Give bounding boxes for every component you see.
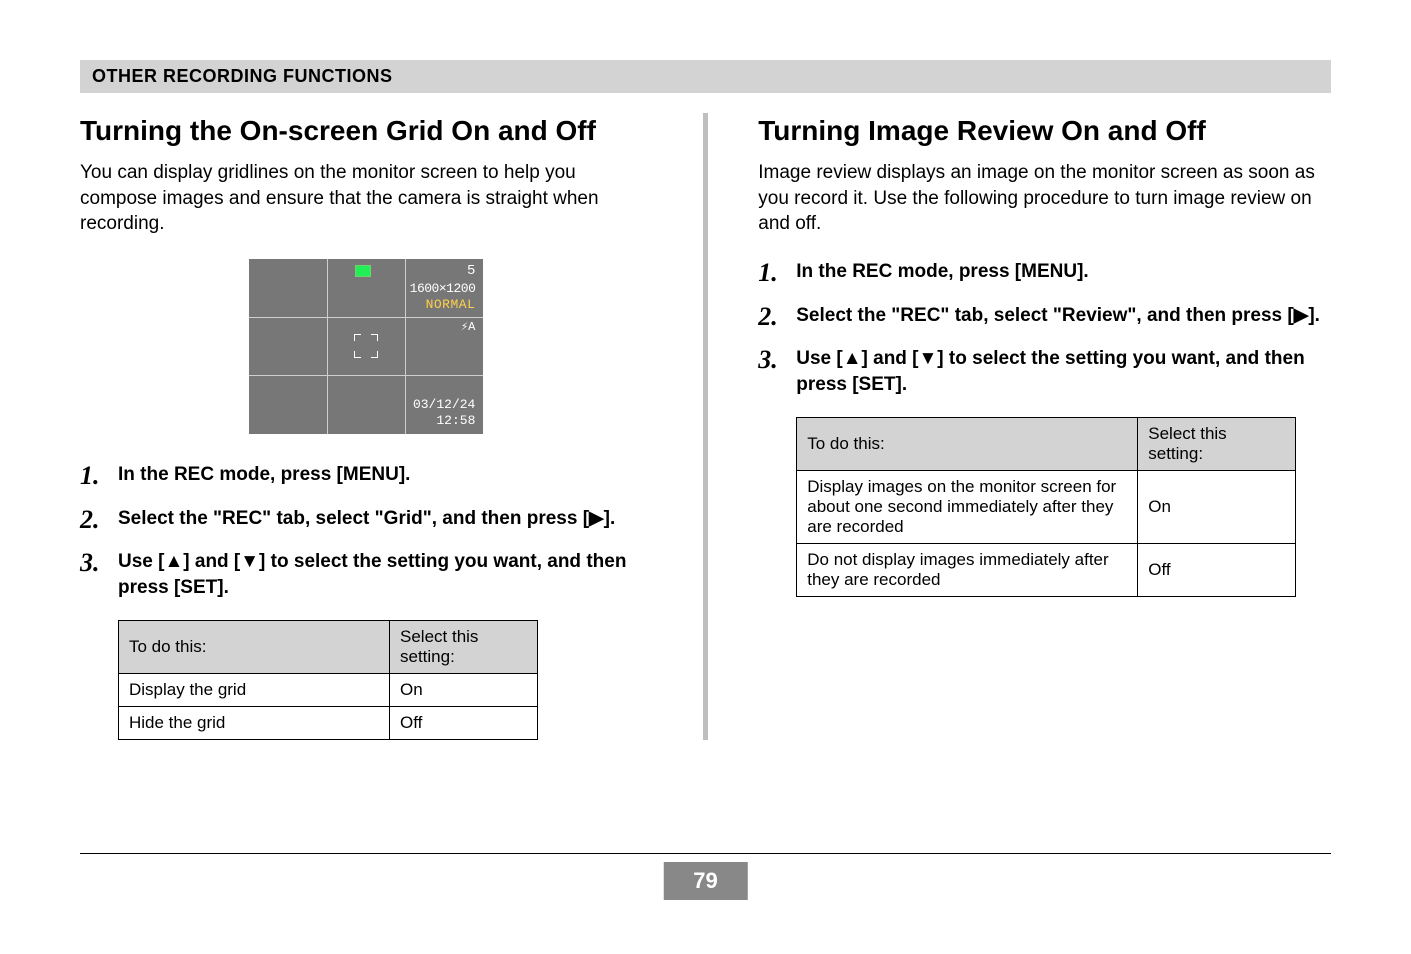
lcd-time: 12:58 [436, 413, 475, 428]
step-item: 3Use [▲] and [▼] to select the setting y… [80, 549, 653, 600]
table-row: Hide the grid Off [119, 707, 538, 740]
lcd-flash-icon: ⚡A [461, 319, 475, 334]
step-item: 1In the REC mode, press [MENU]. [758, 259, 1331, 285]
table-cell: On [390, 674, 538, 707]
lcd-focus-frame [354, 334, 378, 358]
step-text: Use [▲] and [▼] to select the setting yo… [118, 551, 626, 598]
table-header-cell: Select this setting: [390, 621, 538, 674]
mode-icon [355, 265, 371, 277]
table-cell: On [1138, 471, 1296, 544]
left-heading: Turning the On-screen Grid On and Off [80, 113, 653, 148]
step-item: 2Select the "REC" tab, select "Grid", an… [80, 506, 653, 532]
table-header-row: To do this: Select this setting: [119, 621, 538, 674]
footer-rule [80, 853, 1331, 854]
step-text: In the REC mode, press [MENU]. [796, 261, 1088, 282]
table-cell: Display the grid [119, 674, 390, 707]
table-header-row: To do this: Select this setting: [797, 418, 1296, 471]
lcd-quality: NORMAL [426, 297, 476, 312]
right-column: Turning Image Review On and Off Image re… [758, 113, 1331, 740]
table-header-cell: To do this: [797, 418, 1138, 471]
column-separator [703, 113, 709, 740]
lcd-date: 03/12/24 [413, 397, 475, 412]
grid-line [249, 375, 483, 376]
table-header-cell: To do this: [119, 621, 390, 674]
table-row: Display images on the monitor screen for… [797, 471, 1296, 544]
table-cell: Hide the grid [119, 707, 390, 740]
lcd-screenshot: 5 1600×1200 NORMAL ⚡A 03/12/24 12:58 [80, 259, 653, 434]
grid-line [327, 259, 328, 434]
grid-line [249, 317, 483, 318]
settings-table-review: To do this: Select this setting: Display… [796, 417, 1296, 597]
table-row: Display the grid On [119, 674, 538, 707]
page-number: 79 [663, 862, 747, 900]
lcd-shot-count: 5 [467, 263, 475, 279]
step-item: 1In the REC mode, press [MENU]. [80, 462, 653, 488]
lcd-resolution: 1600×1200 [410, 281, 476, 296]
step-item: 3Use [▲] and [▼] to select the setting y… [758, 346, 1331, 397]
grid-line [405, 259, 406, 434]
settings-table-grid: To do this: Select this setting: Display… [118, 620, 538, 740]
table-cell: Do not display images immediately after … [797, 544, 1138, 597]
left-paragraph: You can display gridlines on the monitor… [80, 160, 653, 237]
step-item: 2Select the "REC" tab, select "Review", … [758, 303, 1331, 329]
left-column: Turning the On-screen Grid On and Off Yo… [80, 113, 653, 740]
right-paragraph: Image review displays an image on the mo… [758, 160, 1331, 237]
table-cell: Off [390, 707, 538, 740]
step-text: In the REC mode, press [MENU]. [118, 464, 410, 485]
right-heading: Turning Image Review On and Off [758, 113, 1331, 148]
table-header-cell: Select this setting: [1138, 418, 1296, 471]
section-bar: OTHER RECORDING FUNCTIONS [80, 60, 1331, 93]
step-text: Select the "REC" tab, select "Grid", and… [118, 508, 615, 529]
step-text: Select the "REC" tab, select "Review", a… [796, 305, 1320, 326]
table-row: Do not display images immediately after … [797, 544, 1296, 597]
table-cell: Display images on the monitor screen for… [797, 471, 1138, 544]
table-cell: Off [1138, 544, 1296, 597]
step-text: Use [▲] and [▼] to select the setting yo… [796, 348, 1304, 395]
